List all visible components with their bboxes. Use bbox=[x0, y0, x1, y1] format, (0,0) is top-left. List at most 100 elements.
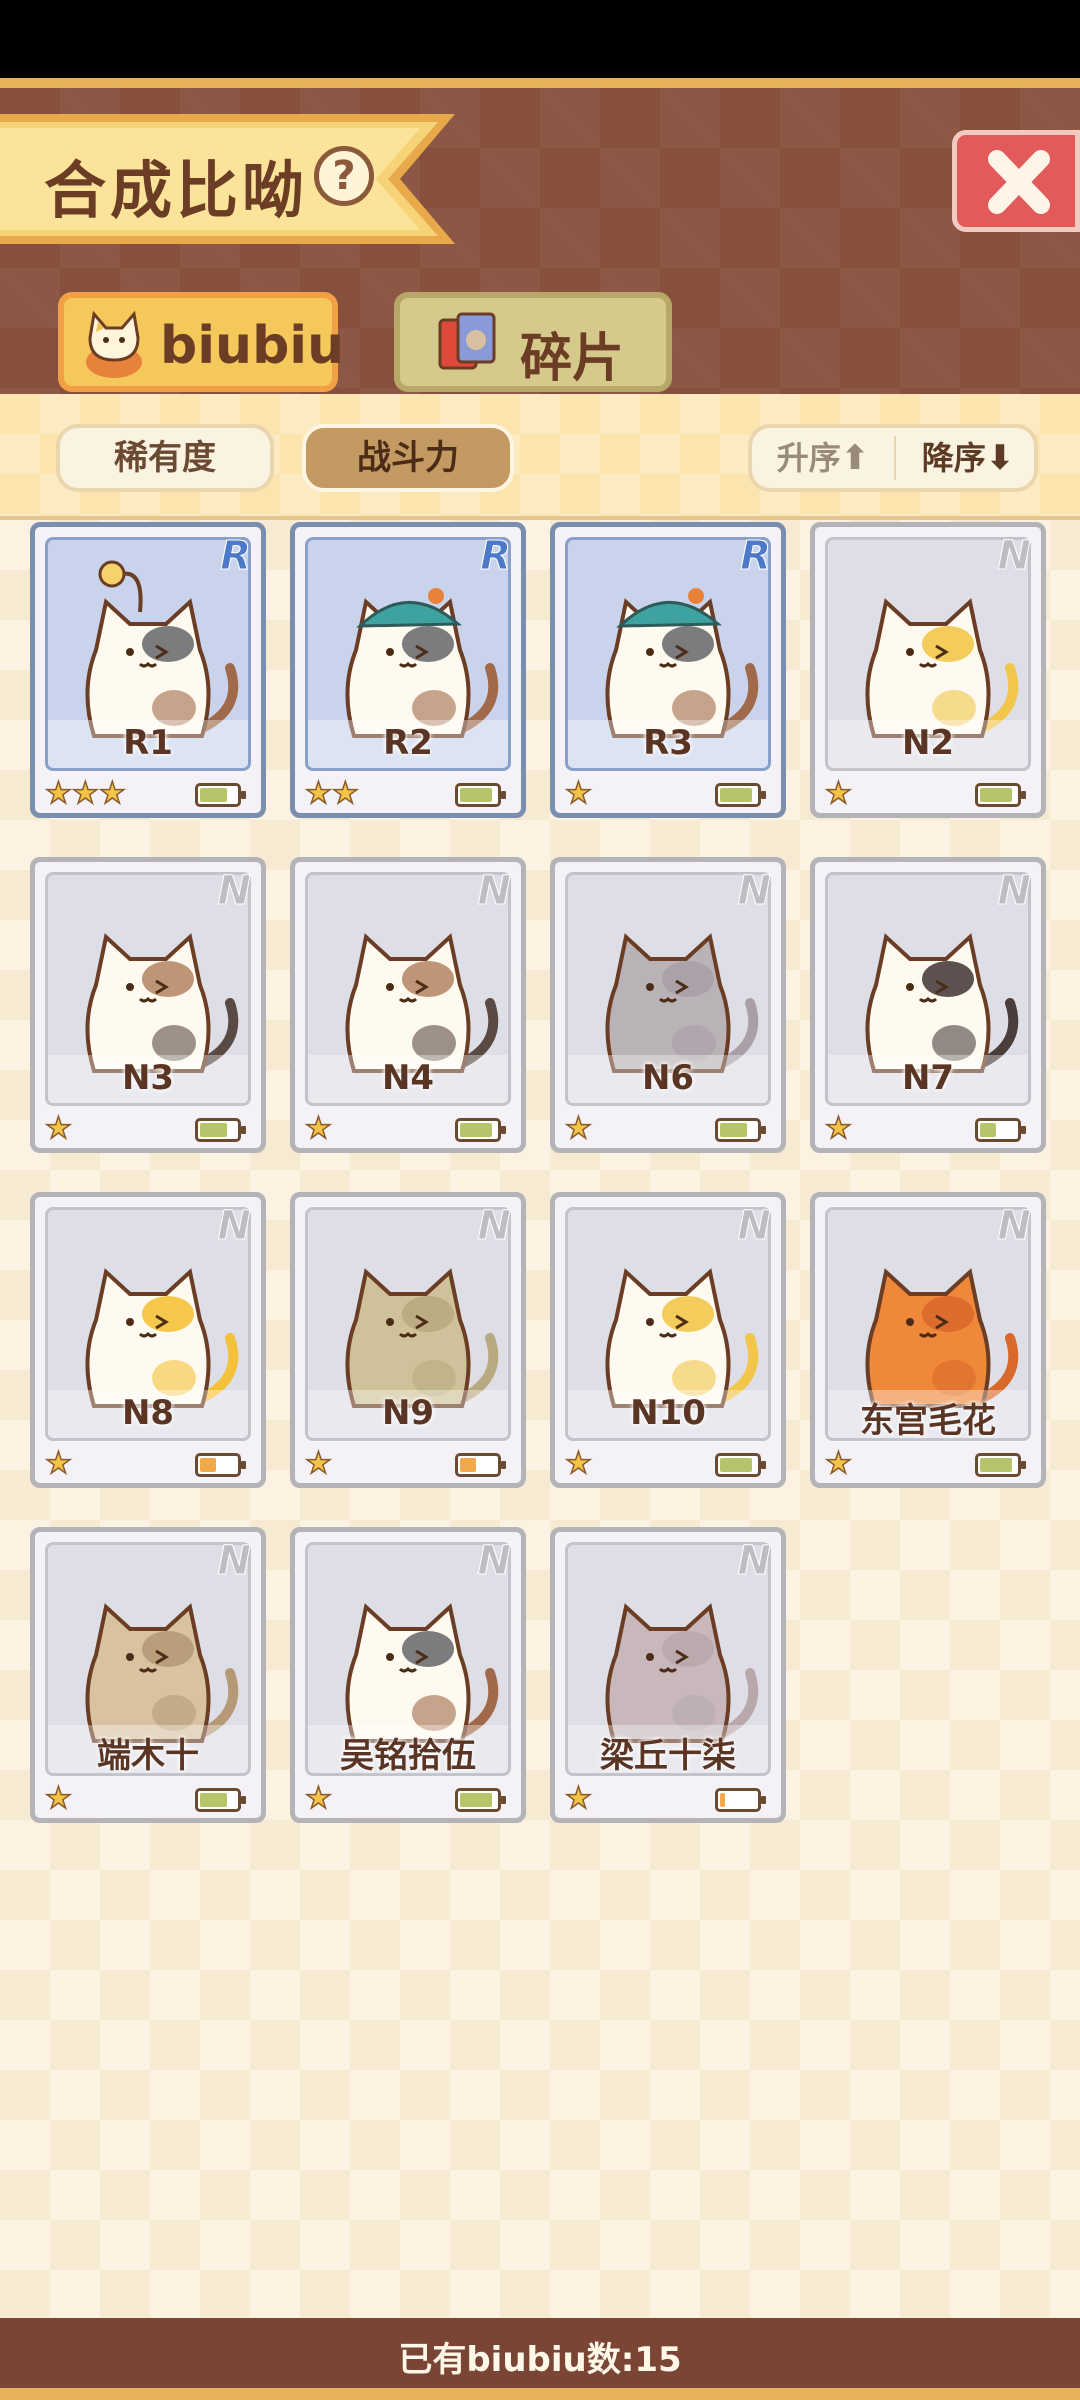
rarity-badge: N bbox=[477, 1538, 511, 1585]
star-rating: ★★ bbox=[304, 776, 359, 812]
battery-icon bbox=[975, 783, 1026, 807]
biubiu-card[interactable]: N N3 ★ bbox=[30, 857, 266, 1153]
star-icon: ★ bbox=[824, 1446, 852, 1482]
star-rating: ★ bbox=[44, 1111, 72, 1147]
battery-icon bbox=[195, 1118, 246, 1142]
biubiu-card[interactable]: N N8 ★ bbox=[30, 1192, 266, 1488]
star-rating: ★ bbox=[824, 1111, 852, 1147]
card-name: 端木十 bbox=[97, 1736, 199, 1776]
tab-biubiu-label: biubiu bbox=[160, 316, 345, 376]
star-icon: ★ bbox=[44, 1111, 72, 1147]
star-rating: ★ bbox=[564, 776, 592, 812]
star-rating: ★ bbox=[304, 1111, 332, 1147]
star-icon: ★ bbox=[564, 1111, 592, 1147]
star-rating: ★ bbox=[304, 1446, 332, 1482]
biubiu-count: 已有biubiu数:15 bbox=[398, 2340, 682, 2380]
rarity-badge: R bbox=[740, 533, 772, 580]
close-button[interactable] bbox=[952, 130, 1080, 232]
star-icon: ★ bbox=[564, 1781, 592, 1817]
biubiu-card[interactable]: N 东宫毛花 ★ bbox=[810, 1192, 1046, 1488]
card-name: 吴铭拾伍 bbox=[340, 1736, 476, 1776]
battery-level bbox=[460, 1793, 492, 1807]
battery-level bbox=[460, 1458, 476, 1472]
star-rating: ★ bbox=[304, 1781, 332, 1817]
battery-level bbox=[200, 1458, 216, 1472]
card-name: N8 bbox=[121, 1393, 175, 1433]
biubiu-card[interactable]: N N7 ★ bbox=[810, 857, 1046, 1153]
biubiu-card[interactable]: N N10 ★ bbox=[550, 1192, 786, 1488]
star-icon: ★ bbox=[304, 776, 332, 812]
tab-fragments[interactable]: 碎片 bbox=[394, 292, 672, 392]
descending-label: 降序 bbox=[921, 439, 986, 477]
biubiu-card[interactable]: N 吴铭拾伍 ★ bbox=[290, 1527, 526, 1823]
star-icon: ★ bbox=[304, 1781, 332, 1817]
battery-level bbox=[460, 788, 492, 802]
star-icon: ★ bbox=[44, 776, 72, 812]
star-rating: ★ bbox=[564, 1446, 592, 1482]
card-name: N2 bbox=[901, 723, 955, 763]
ascending-label: 升序 bbox=[776, 439, 841, 477]
star-rating: ★★★ bbox=[44, 776, 126, 812]
sort-divider bbox=[894, 436, 896, 480]
sort-by-rarity-button[interactable]: 稀有度 bbox=[56, 424, 274, 492]
biubiu-card[interactable]: N N6 ★ bbox=[550, 857, 786, 1153]
fragment-card-icon bbox=[438, 312, 496, 370]
rarity-badge: R bbox=[220, 533, 252, 580]
battery-level bbox=[200, 788, 227, 802]
star-rating: ★ bbox=[44, 1781, 72, 1817]
ascending-button[interactable]: 升序⬆ bbox=[752, 428, 894, 488]
biubiu-card[interactable]: N N4 ★ bbox=[290, 857, 526, 1153]
battery-level bbox=[200, 1793, 227, 1807]
biubiu-card[interactable]: N N9 ★ bbox=[290, 1192, 526, 1488]
battery-icon bbox=[195, 1453, 246, 1477]
rarity-badge: N bbox=[997, 1203, 1031, 1250]
sort-by-power-button[interactable]: 战斗力 bbox=[302, 424, 514, 492]
star-icon: ★ bbox=[304, 1446, 332, 1482]
star-icon: ★ bbox=[564, 1446, 592, 1482]
rarity-badge: N bbox=[737, 1538, 771, 1585]
arrow-down-icon: ⬇ bbox=[985, 438, 1015, 478]
battery-level bbox=[200, 1123, 227, 1137]
descending-button[interactable]: 降序⬇ bbox=[898, 428, 1038, 488]
page-title: 合成比呦 bbox=[44, 154, 309, 227]
card-name: R2 bbox=[383, 723, 433, 763]
battery-icon bbox=[455, 783, 506, 807]
battery-level bbox=[980, 788, 1012, 802]
biubiu-card[interactable]: R R2 ★★ bbox=[290, 522, 526, 818]
card-name: N9 bbox=[381, 1393, 435, 1433]
star-icon: ★ bbox=[304, 1111, 332, 1147]
battery-level bbox=[460, 1123, 492, 1137]
star-icon: ★ bbox=[98, 776, 126, 812]
top-trim bbox=[0, 78, 1080, 88]
star-icon: ★ bbox=[824, 776, 852, 812]
card-name: 梁丘十柒 bbox=[600, 1736, 736, 1776]
close-x-icon bbox=[988, 150, 1050, 214]
status-bar bbox=[0, 0, 1080, 78]
rarity-badge: N bbox=[997, 868, 1031, 915]
battery-icon bbox=[195, 1788, 246, 1812]
card-name: N4 bbox=[381, 1058, 435, 1098]
card-name: R1 bbox=[123, 723, 173, 763]
biubiu-card[interactable]: R R1 ★★★ bbox=[30, 522, 266, 818]
star-icon: ★ bbox=[44, 1781, 72, 1817]
tab-biubiu[interactable]: biubiu bbox=[58, 292, 344, 392]
rarity-badge: N bbox=[217, 1538, 251, 1585]
biubiu-card[interactable]: N N2 ★ bbox=[810, 522, 1046, 818]
battery-level bbox=[720, 1123, 747, 1137]
rarity-badge: R bbox=[480, 533, 512, 580]
battery-icon bbox=[975, 1118, 1026, 1142]
rarity-badge: N bbox=[477, 1203, 511, 1250]
card-name: 东宫毛花 bbox=[860, 1401, 996, 1441]
help-button[interactable]: ? bbox=[314, 146, 374, 206]
battery-icon bbox=[975, 1453, 1026, 1477]
rarity-badge: N bbox=[737, 1203, 771, 1250]
cat-avatar-icon bbox=[86, 310, 142, 378]
star-icon: ★ bbox=[44, 1446, 72, 1482]
battery-level bbox=[720, 1793, 725, 1807]
battery-level bbox=[720, 788, 752, 802]
biubiu-card[interactable]: N 端木十 ★ bbox=[30, 1527, 266, 1823]
biubiu-card[interactable]: R R3 ★ bbox=[550, 522, 786, 818]
rarity-badge: N bbox=[997, 533, 1031, 580]
biubiu-card[interactable]: N 梁丘十柒 ★ bbox=[550, 1527, 786, 1823]
star-rating: ★ bbox=[824, 1446, 852, 1482]
